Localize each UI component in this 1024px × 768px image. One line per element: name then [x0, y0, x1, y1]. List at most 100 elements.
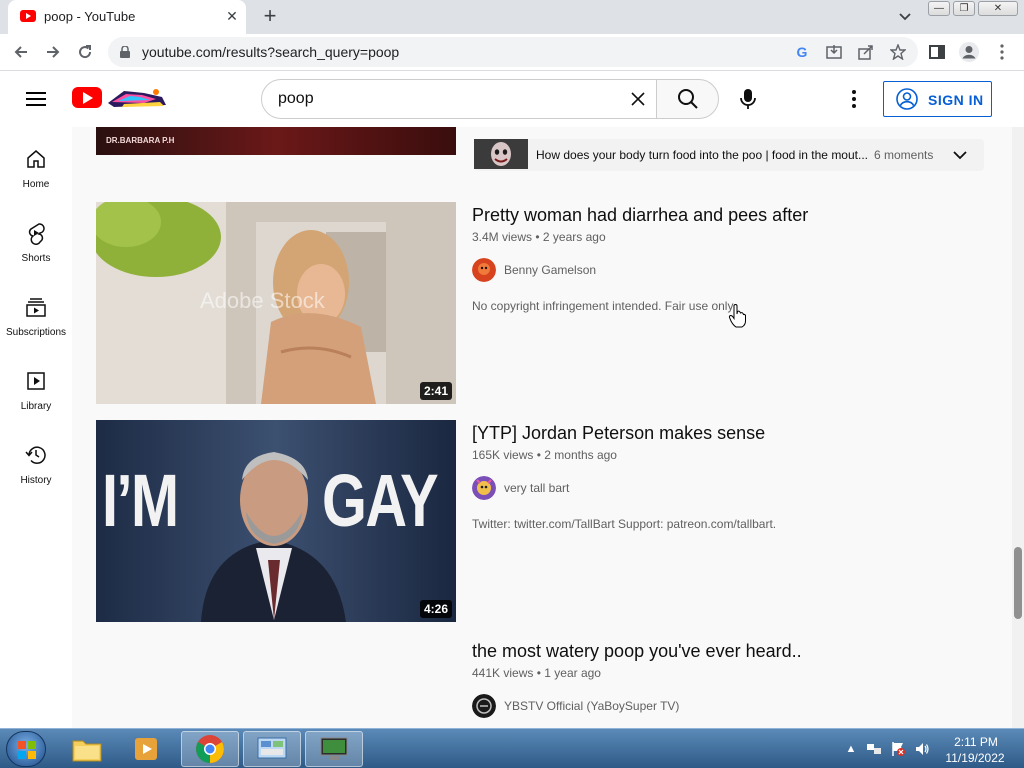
install-app-icon[interactable]: [824, 42, 844, 62]
profile-avatar-icon[interactable]: [956, 39, 982, 65]
sign-in-button[interactable]: SIGN IN: [883, 81, 992, 117]
video-meta: 165K views • 2 months ago: [472, 448, 617, 462]
back-arrow-icon[interactable]: [8, 39, 34, 65]
tab-search-chevron-icon[interactable]: [894, 6, 916, 28]
settings-more-icon[interactable]: [842, 87, 866, 111]
google-lens-icon[interactable]: G: [792, 42, 812, 62]
share-icon[interactable]: [856, 42, 876, 62]
moments-count: 6 moments: [874, 148, 934, 162]
taskbar-control-panel-button[interactable]: [243, 731, 301, 767]
guide-item-history[interactable]: History: [0, 423, 72, 497]
control-panel-icon: [257, 737, 287, 759]
close-tab-icon[interactable]: ✕: [222, 6, 242, 26]
minimize-window-button[interactable]: —: [928, 1, 950, 16]
video-thumbnail[interactable]: I’M GAY 4:26: [96, 420, 456, 622]
shorts-icon: [28, 223, 45, 245]
search-button[interactable]: [656, 79, 719, 119]
channel-name[interactable]: YBSTV Official (YaBoySuper TV): [504, 699, 679, 713]
voice-search-button[interactable]: [728, 79, 768, 119]
view-count: 3.4M views: [472, 230, 533, 244]
video-title[interactable]: Pretty woman had diarrhea and pees after: [472, 205, 808, 226]
browser-toolbar: youtube.com/results?search_query=poop G: [0, 34, 1024, 71]
action-center-flag-icon[interactable]: [890, 741, 906, 757]
video-thumbnail[interactable]: Adobe Stock 2:41: [96, 202, 456, 404]
taskbar-clock-date[interactable]: 11/19/2022: [940, 751, 1010, 765]
chevron-down-icon[interactable]: [952, 147, 968, 163]
taskbar-clock-time[interactable]: 2:11 PM: [946, 735, 1006, 749]
avatar[interactable]: [472, 258, 496, 282]
guide-item-shorts[interactable]: Shorts: [0, 201, 72, 275]
volume-icon[interactable]: [914, 741, 930, 757]
browser-tab-strip: poop - YouTube ✕ + — ❐ ✕: [0, 0, 1024, 34]
channel-name[interactable]: Benny Gamelson: [504, 263, 596, 277]
taskbar-media-player-button[interactable]: [118, 731, 176, 767]
folder-icon: [72, 740, 102, 762]
media-player-icon: [135, 738, 157, 760]
side-panel-icon[interactable]: [924, 39, 950, 65]
windows-start-button[interactable]: [6, 731, 46, 767]
view-count: 441K views: [472, 666, 534, 680]
youtube-masthead: SIGN IN: [0, 71, 1024, 127]
network-icon[interactable]: [866, 741, 882, 757]
show-hidden-icons-icon[interactable]: ▲: [843, 741, 859, 757]
video-thumbnail[interactable]: DR.BARBARA P.H: [96, 127, 456, 155]
moment-thumbnail: [474, 139, 528, 169]
scrollbar-thumb[interactable]: [1014, 547, 1022, 619]
search-input[interactable]: [278, 87, 608, 111]
search-box[interactable]: [261, 79, 657, 119]
account-icon: [896, 88, 918, 110]
bookmark-star-icon[interactable]: [888, 42, 908, 62]
channel-name[interactable]: very tall bart: [504, 481, 569, 495]
side-guide: Home Shorts Subscriptions Library Histor…: [0, 127, 72, 728]
taskbar-explorer-button[interactable]: [58, 731, 116, 767]
guide-label-home: Home: [22, 179, 50, 190]
upload-age: 1 year ago: [544, 666, 601, 680]
avatar[interactable]: [472, 476, 496, 500]
thumbnail-caption-left: I’M: [102, 459, 179, 542]
meta-separator: •: [535, 230, 543, 244]
thumbnail-caption: DR.BARBARA P.H: [106, 136, 175, 145]
video-description: No copyright infringement intended. Fair…: [472, 299, 736, 313]
video-meta: 3.4M views • 2 years ago: [472, 230, 606, 244]
guide-item-library[interactable]: Library: [0, 349, 72, 423]
tab-title: poop - YouTube: [44, 9, 136, 24]
video-title[interactable]: [YTP] Jordan Peterson makes sense: [472, 423, 765, 444]
reload-icon[interactable]: [72, 39, 98, 65]
forward-arrow-icon[interactable]: [40, 39, 66, 65]
avatar[interactable]: [472, 694, 496, 718]
guide-label-library: Library: [20, 401, 52, 412]
lock-icon[interactable]: [120, 45, 130, 58]
restore-window-button[interactable]: ❐: [953, 1, 975, 16]
video-duration: 2:41: [419, 382, 452, 400]
key-moments-row[interactable]: How does your body turn food into the po…: [474, 139, 984, 171]
library-icon: [27, 372, 45, 390]
address-bar[interactable]: youtube.com/results?search_query=poop G: [108, 37, 918, 67]
video-meta: 441K views • 1 year ago: [472, 666, 601, 680]
thumbnail-caption-right: GAY: [322, 459, 439, 542]
search-icon: [678, 89, 698, 109]
guide-item-home[interactable]: Home: [0, 127, 72, 201]
page-scrollbar[interactable]: [1012, 127, 1024, 728]
youtube-logo-icon[interactable]: [72, 87, 102, 108]
clear-search-icon[interactable]: [628, 89, 648, 109]
taskbar-chrome-button[interactable]: [181, 731, 239, 767]
upload-age: 2 months ago: [544, 448, 617, 462]
hamburger-menu-icon[interactable]: [24, 88, 48, 110]
browser-menu-icon[interactable]: [989, 39, 1015, 65]
microphone-icon: [740, 89, 756, 109]
hand-cursor-icon: [728, 303, 748, 328]
monitor-icon: [320, 737, 348, 760]
sign-in-label: SIGN IN: [928, 92, 984, 108]
video-title[interactable]: the most watery poop you've ever heard..: [472, 641, 802, 662]
chrome-icon: [196, 735, 224, 763]
close-window-button[interactable]: ✕: [978, 1, 1018, 16]
new-tab-button[interactable]: +: [258, 5, 282, 29]
youtube-doodle-icon[interactable]: [104, 83, 168, 111]
guide-item-subscriptions[interactable]: Subscriptions: [0, 275, 72, 349]
windows-taskbar: ▲ 2:11 PM 11/19/2022: [0, 728, 1024, 768]
video-description: Twitter: twitter.com/TallBart Support: p…: [472, 517, 777, 531]
taskbar-monitor-button[interactable]: [305, 731, 363, 767]
url-text[interactable]: youtube.com/results?search_query=poop: [142, 44, 399, 60]
view-count: 165K views: [472, 448, 534, 462]
browser-tab-active[interactable]: poop - YouTube ✕: [8, 0, 246, 34]
